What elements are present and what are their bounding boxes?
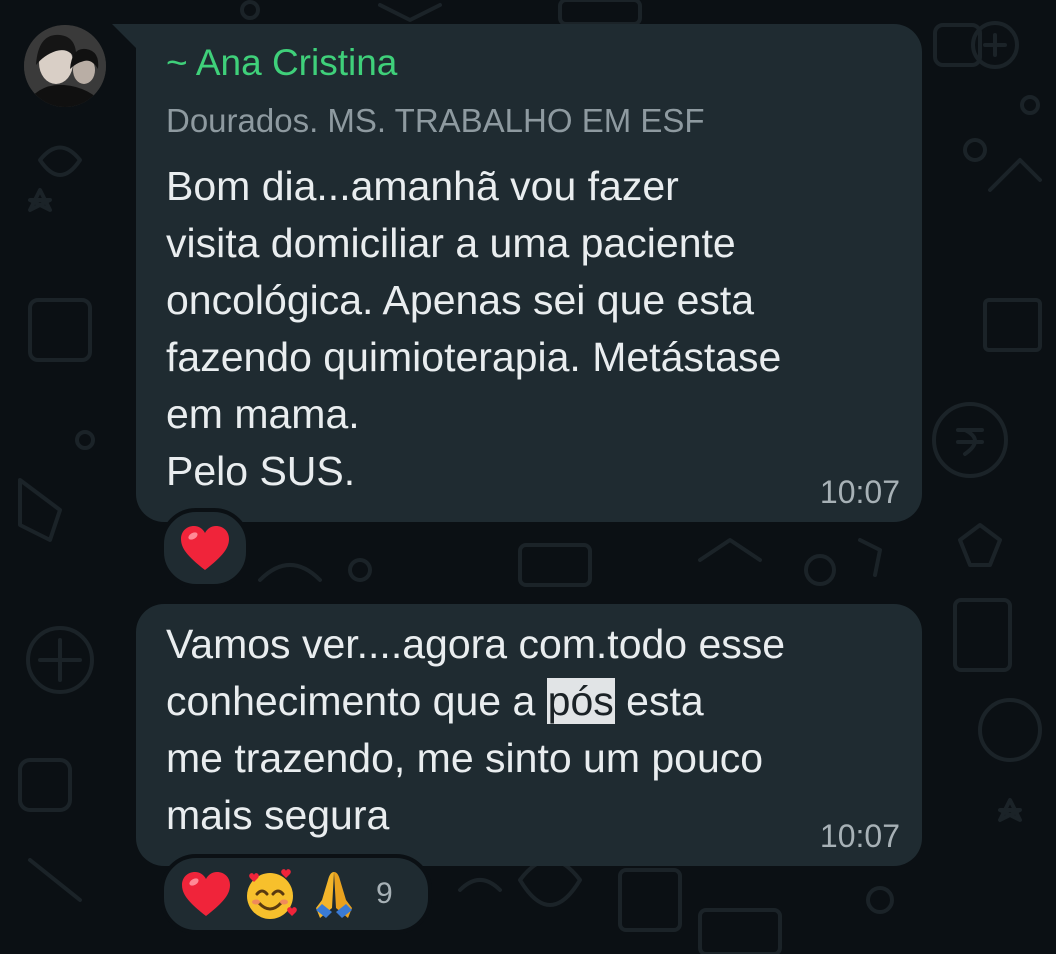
- bubble-tail: [112, 24, 138, 50]
- reaction-bar[interactable]: 9: [160, 854, 432, 934]
- chat-background: ~ Ana Cristina Dourados. MS. TRABALHO EM…: [0, 0, 1056, 954]
- message-text: Vamos ver....agora com.todo esse conheci…: [166, 616, 785, 844]
- message-bubble[interactable]: ~ Ana Cristina Dourados. MS. TRABALHO EM…: [136, 24, 922, 522]
- message-bubble[interactable]: Vamos ver....agora com.todo esse conheci…: [136, 604, 922, 866]
- smiling-face-with-hearts-emoji-icon: [242, 866, 298, 922]
- selected-word[interactable]: pós: [546, 678, 615, 724]
- sender-name[interactable]: ~ Ana Cristina: [166, 42, 397, 84]
- reaction-count: 9: [376, 877, 393, 910]
- heart-emoji-icon: [177, 520, 233, 576]
- message-timestamp: 10:07: [819, 818, 900, 854]
- reaction-bar[interactable]: [160, 508, 250, 588]
- avatar-image: [24, 25, 106, 107]
- message-timestamp: 10:07: [819, 474, 900, 510]
- folded-hands-emoji-icon: [306, 866, 362, 922]
- message-text: Bom dia...amanhã vou fazer visita domici…: [166, 163, 782, 494]
- sender-subtitle: Dourados. MS. TRABALHO EM ESF: [166, 102, 705, 139]
- heart-emoji-icon: [178, 866, 234, 922]
- sender-avatar[interactable]: [24, 25, 106, 107]
